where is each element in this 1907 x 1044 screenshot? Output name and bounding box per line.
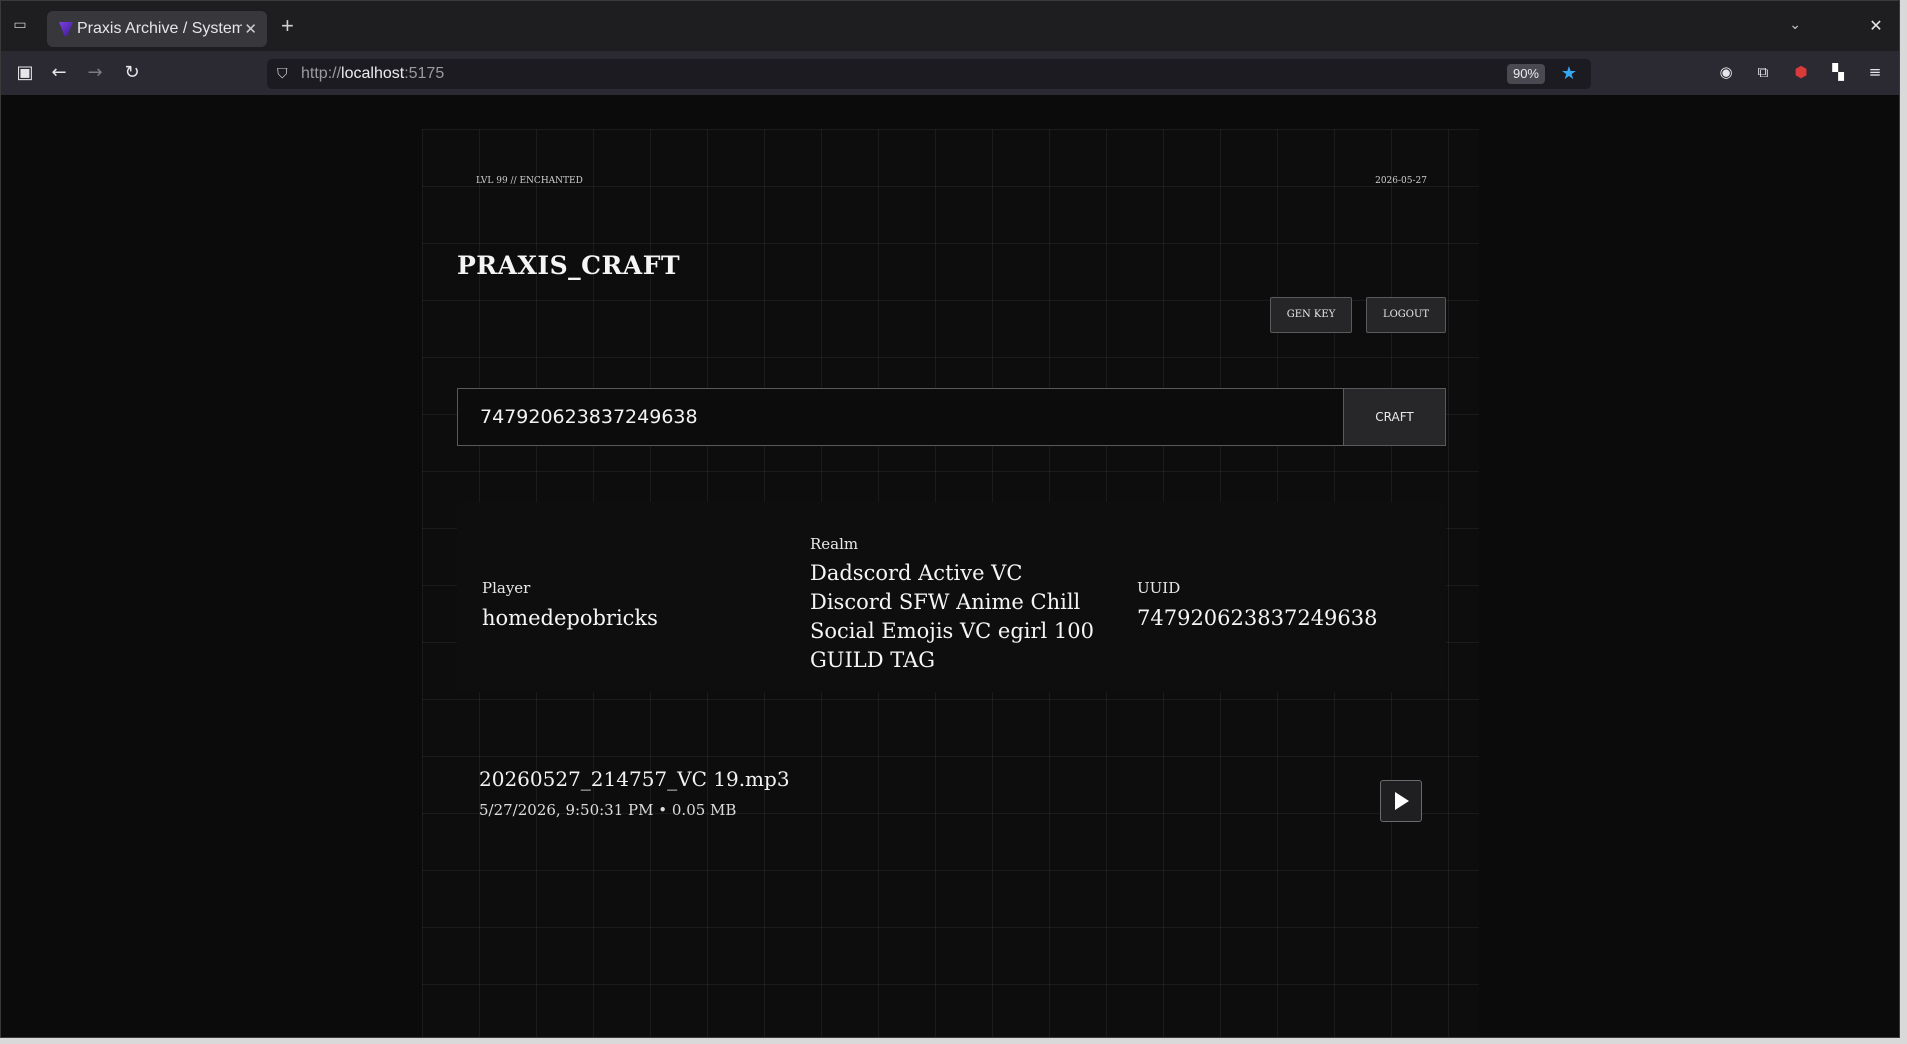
date-tag: 2026-05-27 [1375,176,1427,186]
menu-icon[interactable]: ≡ [1864,61,1886,83]
craft-button[interactable]: CRAFT [1343,388,1446,446]
uuid-value: 747920623837249638 [1137,606,1378,630]
realm-item: GUILD TAG [810,648,936,672]
realm-item: Dadscord Active VC [810,561,1023,585]
sidebar-icon[interactable]: ▣ [13,61,37,85]
realm-item: Discord SFW Anime Chill [810,590,1081,614]
close-icon[interactable]: ✕ [244,19,257,39]
new-tab-icon[interactable]: + [281,15,294,37]
gen-key-button[interactable]: GEN KEY [1270,297,1352,333]
player-label: Player [482,579,531,597]
tab-bar: ▭ Praxis Archive / System ✕ + ⌄ ✕ [1,1,1899,51]
account-icon[interactable]: ◉ [1715,61,1737,83]
page-title: PRAXIS_CRAFT [457,251,681,280]
level-tag: LVL 99 // ENCHANTED [476,176,583,186]
extensions-icon[interactable]: ⧉ [1752,61,1774,83]
tab-title: Praxis Archive / System [77,20,242,37]
url-text[interactable]: http://localhost:5175 [301,64,444,84]
realm-label: Realm [810,535,859,553]
player-value: homedepobricks [482,606,658,630]
uuid-label: UUID [1137,579,1181,597]
back-arrow-icon[interactable]: ← [47,61,71,85]
search-input[interactable] [457,388,1343,446]
realm-item: Social Emojis VC egirl 100 [810,619,1094,643]
address-bar[interactable]: ⛉ http://localhost:5175 90% ★ [267,59,1591,89]
forward-arrow-icon[interactable]: → [83,61,107,85]
recording-file-meta: 5/27/2026, 9:50:31 PM • 0.05 MB [479,801,737,819]
window-close-icon[interactable]: ✕ [1865,15,1887,37]
url-port: :5175 [404,65,445,82]
main-panel: LVL 99 // ENCHANTED 2026-05-27 PRAXIS_CR… [422,129,1479,1037]
player-info-card: Player homedepobricks Realm Dadscord Act… [457,502,1446,692]
ublock-icon[interactable]: ⬢ [1790,61,1812,83]
shield-icon[interactable]: ⛉ [277,65,293,83]
url-host: localhost [341,65,405,82]
recording-file-name: 20260527_214757_VC 19.mp3 [479,767,790,791]
tab-list-icon[interactable]: ▭ [11,17,29,33]
nav-bar: ▣ ← → ↻ ⛉ http://localhost:5175 90% ★ [1,51,1899,95]
reload-icon[interactable]: ↻ [120,61,144,85]
url-protocol: http:// [301,65,342,82]
play-button[interactable] [1380,780,1422,822]
play-icon [1395,792,1409,810]
favicon-icon [59,22,73,36]
chevron-down-icon[interactable]: ⌄ [1789,17,1801,33]
realm-list: Dadscord Active VC Discord SFW Anime Chi… [810,559,1094,675]
tab-active[interactable]: Praxis Archive / System ✕ [47,11,267,47]
extension-icon[interactable]: ▚ [1827,61,1849,83]
browser-window: ▭ Praxis Archive / System ✕ + ⌄ ✕ ▣ ← → … [0,0,1900,1038]
logout-button[interactable]: LOGOUT [1366,297,1446,333]
star-icon[interactable]: ★ [1561,63,1577,85]
page-viewport: LVL 99 // ENCHANTED 2026-05-27 PRAXIS_CR… [1,95,1899,1037]
zoom-level-badge[interactable]: 90% [1506,64,1545,84]
